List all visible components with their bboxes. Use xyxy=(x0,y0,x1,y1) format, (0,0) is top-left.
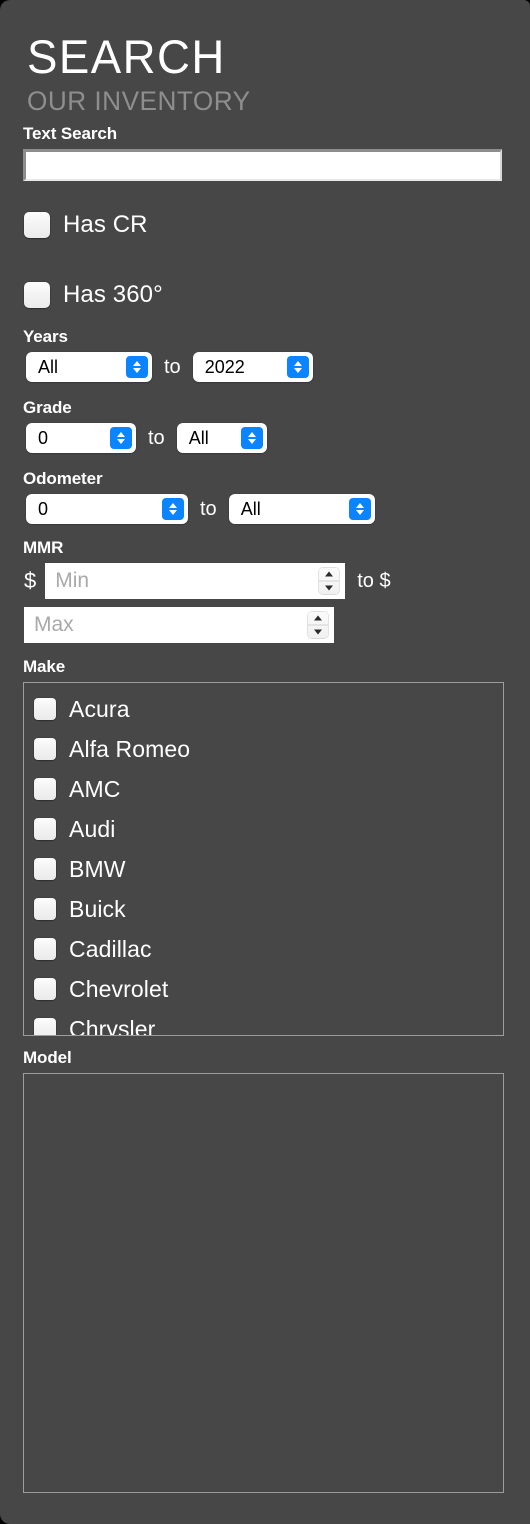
chevron-updown-icon[interactable] xyxy=(110,427,132,449)
mmr-to-label: to $ xyxy=(357,569,391,592)
page-title: SEARCH xyxy=(27,30,226,83)
mmr-min-stepper[interactable] xyxy=(319,567,340,595)
odometer-from-select[interactable]: 0 xyxy=(26,494,188,524)
list-item[interactable]: Alfa Romeo xyxy=(24,729,503,769)
make-item-checkbox[interactable] xyxy=(34,858,56,880)
grade-to-value: All xyxy=(188,427,209,448)
make-item-checkbox[interactable] xyxy=(34,738,56,760)
odometer-to-value: All xyxy=(240,498,261,519)
model-listbox[interactable] xyxy=(23,1073,504,1493)
years-to-label: to xyxy=(164,355,181,378)
grade-from-value: 0 xyxy=(38,427,49,448)
mmr-min-field xyxy=(45,563,346,599)
list-item-label: Alfa Romeo xyxy=(69,735,191,762)
text-search-field xyxy=(23,149,508,181)
grade-from-select[interactable]: 0 xyxy=(26,423,136,453)
list-item-label: BMW xyxy=(69,855,126,882)
mmr-max-stepper[interactable] xyxy=(308,611,328,639)
mmr-max-input[interactable] xyxy=(24,607,334,643)
chevron-updown-icon[interactable] xyxy=(126,356,148,378)
search-panel: SEARCH OUR INVENTORY Text Search Has CR … xyxy=(0,0,530,1524)
list-item[interactable]: Chrysler xyxy=(24,1009,503,1036)
make-item-checkbox[interactable] xyxy=(34,938,56,960)
make-item-checkbox[interactable] xyxy=(34,978,56,1000)
years-from-value: All xyxy=(38,356,59,377)
list-item-label: Cadillac xyxy=(69,935,152,962)
odometer-row: 0 to All xyxy=(26,494,508,524)
list-item[interactable]: Acura xyxy=(24,689,503,729)
years-to-value: 2022 xyxy=(204,356,245,377)
list-item-label: Acura xyxy=(69,695,130,722)
has-cr-row[interactable]: Has CR xyxy=(24,211,508,239)
has-360-row[interactable]: Has 360° xyxy=(24,281,508,309)
has-cr-label: Has CR xyxy=(63,211,148,238)
chevron-updown-icon[interactable] xyxy=(348,498,371,520)
make-item-checkbox[interactable] xyxy=(34,898,56,920)
mmr-min-input[interactable] xyxy=(45,563,346,599)
make-listbox[interactable]: Acura Alfa Romeo AMC Audi BMW Buick Cadillac Ch… xyxy=(23,682,504,1036)
list-item[interactable]: BMW xyxy=(24,849,503,889)
page-subtitle: OUR INVENTORY xyxy=(27,86,251,116)
chevron-updown-icon[interactable] xyxy=(162,498,184,520)
list-item-label: Chevrolet xyxy=(69,975,169,1002)
model-label: Model xyxy=(23,1048,72,1067)
grade-row: 0 to All xyxy=(26,423,508,453)
list-item-label: Audi xyxy=(69,815,116,842)
list-item[interactable]: Buick xyxy=(24,889,503,929)
list-item-label: AMC xyxy=(69,775,121,802)
mmr-max-field xyxy=(24,607,334,643)
grade-label: Grade xyxy=(23,398,72,417)
years-from-select[interactable]: All xyxy=(26,352,152,382)
list-item[interactable]: AMC xyxy=(24,769,503,809)
list-item[interactable]: Cadillac xyxy=(24,929,503,969)
make-label: Make xyxy=(23,657,66,676)
list-item-label: Chrysler xyxy=(69,1015,156,1036)
years-row: All to 2022 xyxy=(26,352,508,382)
make-item-checkbox[interactable] xyxy=(34,818,56,840)
odometer-to-select[interactable]: All xyxy=(228,494,375,524)
mmr-label: MMR xyxy=(23,538,64,557)
has-360-checkbox[interactable] xyxy=(24,282,50,308)
chevron-updown-icon[interactable] xyxy=(286,356,309,378)
mmr-min-row: $ to $ xyxy=(24,563,508,599)
search-input[interactable] xyxy=(23,149,502,181)
odometer-to-label: to xyxy=(200,497,217,520)
has-360-label: Has 360° xyxy=(63,281,163,308)
make-item-checkbox[interactable] xyxy=(34,698,56,720)
years-label: Years xyxy=(23,327,68,346)
has-cr-checkbox[interactable] xyxy=(24,212,50,238)
list-item-label: Buick xyxy=(69,895,126,922)
list-item[interactable]: Chevrolet xyxy=(24,969,503,1009)
chevron-updown-icon[interactable] xyxy=(240,427,263,449)
text-search-label: Text Search xyxy=(23,124,118,143)
odometer-label: Odometer xyxy=(23,469,103,488)
make-item-checkbox[interactable] xyxy=(34,1018,56,1035)
grade-to-select[interactable]: All xyxy=(176,423,267,453)
grade-to-label: to xyxy=(148,426,165,449)
odometer-from-value: 0 xyxy=(38,498,49,519)
mmr-currency-symbol: $ xyxy=(24,568,37,593)
make-item-checkbox[interactable] xyxy=(34,778,56,800)
years-to-select[interactable]: 2022 xyxy=(192,352,313,382)
list-item[interactable]: Audi xyxy=(24,809,503,849)
